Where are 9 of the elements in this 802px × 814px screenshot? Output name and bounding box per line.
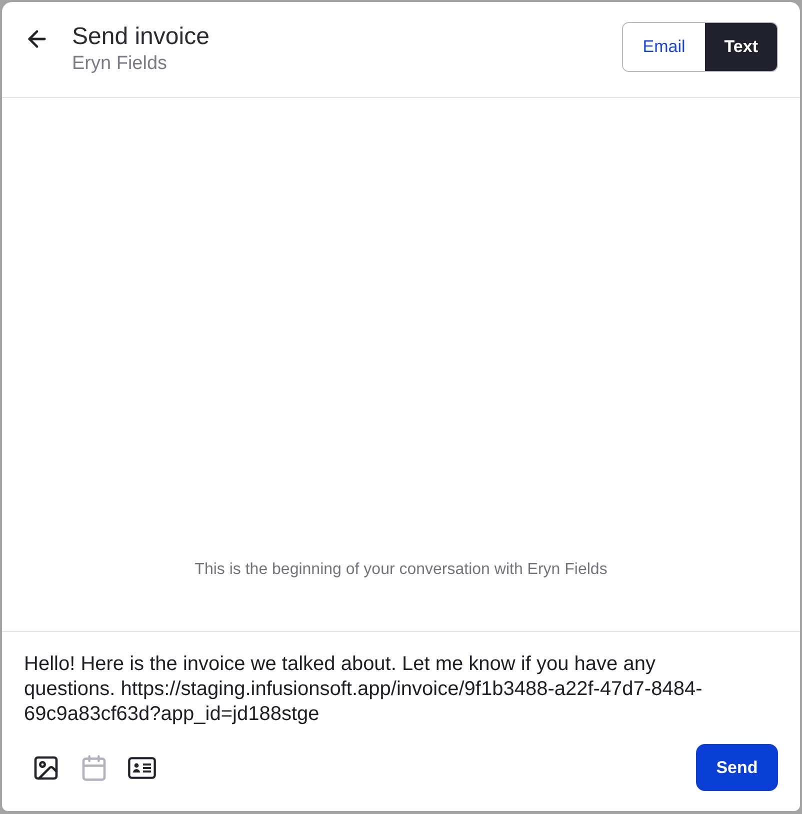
channel-tab[interactable]: Text <box>705 23 777 71</box>
dialog-title: Send invoice <box>72 22 210 52</box>
attach-image-button[interactable] <box>32 754 60 782</box>
image-icon <box>32 754 60 782</box>
conversation-start-message: This is the beginning of your conversation with Eryn Fields <box>194 560 608 580</box>
send-button[interactable]: Send <box>696 744 778 791</box>
contact-card-icon <box>128 756 156 778</box>
calendar-icon <box>80 754 108 782</box>
contact-name: Eryn Fields <box>72 52 168 76</box>
